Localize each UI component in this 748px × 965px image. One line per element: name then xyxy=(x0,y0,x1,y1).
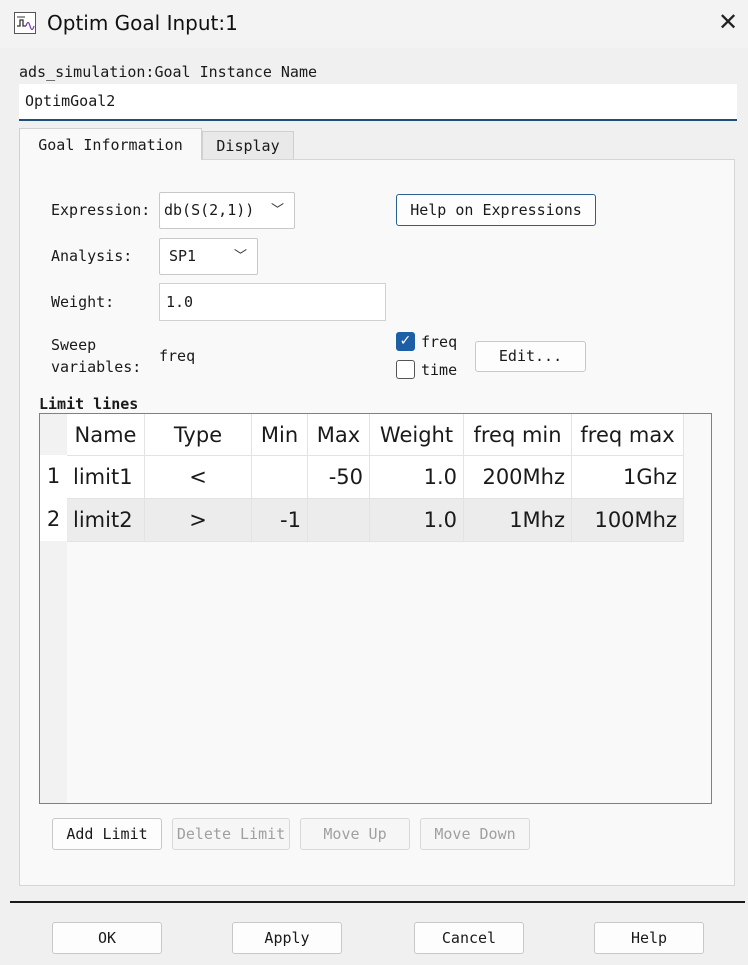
help-on-expressions-button[interactable]: Help on Expressions xyxy=(396,194,596,226)
expression-value: db(S(2,1)) xyxy=(164,201,255,219)
cell-freq-min[interactable]: 200Mhz xyxy=(463,455,572,499)
column-header-name[interactable]: Name xyxy=(67,414,145,456)
time-checkbox[interactable] xyxy=(396,360,415,379)
limit-lines-label: Limit lines xyxy=(39,395,139,413)
table-row[interactable]: limit1 < -50 1.0 200Mhz 1Ghz xyxy=(67,455,684,499)
freq-checkbox[interactable]: ✓ xyxy=(396,332,415,351)
cell-min[interactable] xyxy=(251,455,308,499)
move-down-button[interactable]: Move Down xyxy=(420,818,530,850)
cell-freq-max[interactable]: 100Mhz xyxy=(571,498,684,542)
add-limit-button[interactable]: Add Limit xyxy=(52,818,162,850)
column-header-max[interactable]: Max xyxy=(307,414,370,456)
cell-name[interactable]: limit1 xyxy=(67,455,145,499)
cancel-button[interactable]: Cancel xyxy=(414,922,524,954)
app-icon xyxy=(14,12,36,34)
expression-label: Expression: xyxy=(51,201,151,219)
edit-sweep-button[interactable]: Edit... xyxy=(475,341,586,372)
tab-goal-information[interactable]: Goal Information xyxy=(19,128,202,160)
column-header-min[interactable]: Min xyxy=(251,414,308,456)
sweep-variables-label-line1: Sweep xyxy=(51,336,97,354)
row-number[interactable]: 1 xyxy=(40,455,67,498)
chevron-down-icon: ﹀ xyxy=(233,249,247,264)
cell-max[interactable]: -50 xyxy=(307,455,370,499)
help-button[interactable]: Help xyxy=(594,922,704,954)
window-title: Optim Goal Input:1 xyxy=(47,11,238,35)
sweep-variables-value: freq xyxy=(159,347,196,365)
move-up-button[interactable]: Move Up xyxy=(300,818,410,850)
instance-name-label: ads_simulation:Goal Instance Name xyxy=(19,63,318,81)
cell-min[interactable]: -1 xyxy=(251,498,308,542)
freq-checkbox-label: freq xyxy=(421,333,458,351)
checkmark-icon: ✓ xyxy=(399,333,412,349)
analysis-combo[interactable]: SP1 ﹀ xyxy=(159,238,258,275)
analysis-value: SP1 xyxy=(169,247,197,265)
weight-input[interactable]: 1.0 xyxy=(159,283,386,321)
cell-type[interactable]: > xyxy=(144,498,252,542)
table-row[interactable]: limit2 > -1 1.0 1Mhz 100Mhz xyxy=(67,498,684,542)
ok-button[interactable]: OK xyxy=(52,922,162,954)
limit-lines-table[interactable]: 1 2 Name Type Min Max Weight freq min fr… xyxy=(39,413,712,804)
chevron-down-icon: ﹀ xyxy=(270,203,284,218)
cell-weight[interactable]: 1.0 xyxy=(369,455,464,499)
limit-grid: Name Type Min Max Weight freq min freq m… xyxy=(67,414,684,542)
cell-freq-max[interactable]: 1Ghz xyxy=(571,455,684,499)
close-icon[interactable]: ✕ xyxy=(716,10,740,34)
cell-weight[interactable]: 1.0 xyxy=(369,498,464,542)
cell-type[interactable]: < xyxy=(144,455,252,499)
delete-limit-button[interactable]: Delete Limit xyxy=(172,818,290,850)
column-header-freq-min[interactable]: freq min xyxy=(463,414,572,456)
tab-display[interactable]: Display xyxy=(202,131,294,160)
column-header-type[interactable]: Type xyxy=(144,414,252,456)
cell-name[interactable]: limit2 xyxy=(67,498,145,542)
instance-name-input[interactable]: OptimGoal2 xyxy=(19,84,737,121)
analysis-label: Analysis: xyxy=(51,247,133,265)
apply-button[interactable]: Apply xyxy=(232,922,342,954)
cell-max[interactable] xyxy=(307,498,370,542)
expression-combo[interactable]: db(S(2,1)) ﹀ xyxy=(159,192,295,229)
cell-freq-min[interactable]: 1Mhz xyxy=(463,498,572,542)
column-header-weight[interactable]: Weight xyxy=(369,414,464,456)
column-header-freq-max[interactable]: freq max xyxy=(571,414,684,456)
sweep-variables-label-line2: variables: xyxy=(51,358,142,376)
weight-label: Weight: xyxy=(51,293,115,311)
time-checkbox-label: time xyxy=(421,361,458,379)
row-number[interactable]: 2 xyxy=(40,498,67,541)
